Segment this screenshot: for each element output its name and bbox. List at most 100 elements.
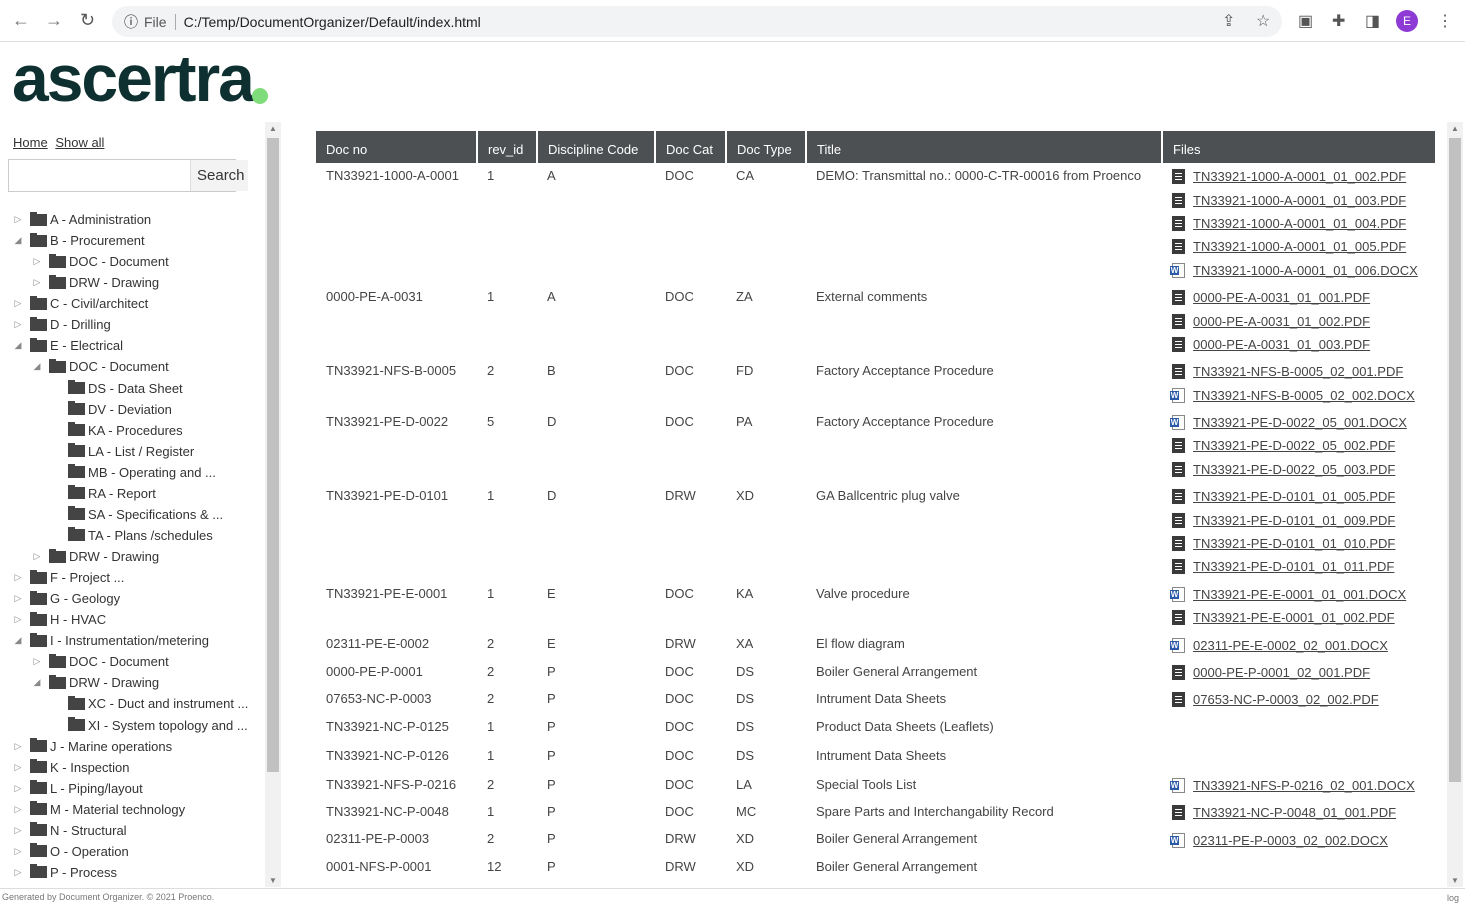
tree-item[interactable]: ▷ J - Marine operations — [0, 736, 265, 757]
tree-item[interactable]: ◢ B - Procurement — [0, 230, 265, 251]
home-link[interactable]: Home — [13, 135, 48, 150]
file-link[interactable]: TN33921-PE-D-0101_01_009.PDF — [1193, 512, 1395, 529]
column-header[interactable]: Doc Type — [726, 131, 806, 163]
file-link[interactable]: TN33921-PE-E-0001_01_001.DOCX — [1193, 586, 1406, 603]
tree-item-label[interactable]: DOC - Document — [69, 254, 169, 269]
expand-toggle-icon[interactable]: ▷ — [12, 572, 24, 583]
tree-item-label[interactable]: DS - Data Sheet — [88, 381, 183, 396]
tree-item-label[interactable]: TA - Plans /schedules — [88, 528, 213, 543]
address-bar[interactable]: ⓘ File C:/Temp/DocumentOrganizer/Default… — [112, 6, 1282, 37]
tree-item[interactable]: TA - Plans /schedules — [0, 525, 265, 546]
collapse-toggle-icon[interactable]: ◢ — [12, 235, 24, 246]
expand-toggle-icon[interactable]: ▷ — [12, 762, 24, 773]
tree-item[interactable]: XC - Duct and instrument ... — [0, 693, 265, 714]
expand-toggle-icon[interactable]: ▷ — [12, 783, 24, 794]
table-row[interactable]: 02311-PE-P-00032PDRWXDBoiler General Arr… — [316, 826, 1435, 853]
file-link[interactable]: 07653-NC-P-0003_02_002.PDF — [1193, 691, 1379, 708]
tree-item[interactable]: ▷ DOC - Document — [0, 651, 265, 672]
tree-item-label[interactable]: K - Inspection — [50, 760, 130, 775]
tree-item[interactable]: ▷ P - Process — [0, 862, 265, 883]
log-link[interactable]: log — [1447, 893, 1459, 903]
expand-toggle-icon[interactable]: ▷ — [31, 551, 43, 562]
tree-item[interactable]: ◢DRW - Drawing — [0, 672, 265, 693]
tree-item-label[interactable]: DOC - Document — [69, 359, 169, 374]
expand-toggle-icon[interactable]: ▷ — [12, 319, 24, 330]
tree-item-label[interactable]: J - Marine operations — [50, 739, 172, 754]
info-icon[interactable]: ⓘ — [124, 12, 138, 32]
tree-item-label[interactable]: F - Project ... — [50, 570, 124, 585]
tree-item-label[interactable]: C - Civil/architect — [50, 296, 148, 311]
file-link[interactable]: TN33921-NFS-B-0005_02_001.PDF — [1193, 363, 1403, 380]
expand-toggle-icon[interactable]: ▷ — [31, 256, 43, 267]
tree-item[interactable]: ▷ D - Drilling — [0, 314, 265, 335]
menu-icon[interactable]: ⋮ — [1437, 11, 1453, 31]
tree-item-label[interactable]: E - Electrical — [50, 338, 123, 353]
tree-item[interactable]: ▷H - HVAC — [0, 609, 265, 630]
share-icon[interactable]: ⇪ — [1222, 11, 1235, 31]
tree-item-label[interactable]: DRW - Drawing — [69, 675, 159, 690]
file-link[interactable]: TN33921-PE-D-0101_01_010.PDF — [1193, 535, 1395, 552]
file-link[interactable]: 0000-PE-A-0031_01_002.PDF — [1193, 313, 1370, 330]
table-row[interactable]: 07653-NC-P-00032PDOCDSIntrument Data She… — [316, 686, 1435, 713]
tree-item[interactable]: ◢ E - Electrical — [0, 335, 265, 356]
search-input[interactable] — [9, 160, 190, 191]
tree-item-label[interactable]: P - Process — [50, 865, 117, 880]
tree-item-label[interactable]: D - Drilling — [50, 317, 111, 332]
file-link[interactable]: 0000-PE-P-0001_02_001.PDF — [1193, 664, 1370, 681]
tree-item-label[interactable]: O - Operation — [50, 844, 129, 859]
tree-item-label[interactable]: MB - Operating and ... — [88, 465, 216, 480]
tree-item[interactable]: LA - List / Register — [0, 441, 265, 462]
column-header[interactable]: Files — [1162, 131, 1435, 163]
expand-toggle-icon[interactable]: ▷ — [12, 867, 24, 878]
table-row[interactable]: TN33921-NFS-P-02162PDOCLASpecial Tools L… — [316, 772, 1435, 799]
profile-avatar[interactable]: E — [1396, 10, 1418, 32]
tree-item[interactable]: DS - Data Sheet — [0, 378, 265, 399]
file-link[interactable]: 0000-PE-A-0031_01_003.PDF — [1193, 336, 1370, 353]
tree-item-label[interactable]: B - Procurement — [50, 233, 145, 248]
search-button[interactable]: Search — [190, 160, 248, 191]
expand-toggle-icon[interactable]: ▷ — [12, 593, 24, 604]
file-link[interactable]: TN33921-1000-A-0001_01_003.PDF — [1193, 192, 1406, 209]
tree-item[interactable]: ▷ K - Inspection — [0, 757, 265, 778]
main-scrollbar[interactable]: ▲ ▼ — [1447, 122, 1463, 887]
expand-toggle-icon[interactable]: ▷ — [12, 741, 24, 752]
puzzle-icon[interactable]: ✚ — [1332, 11, 1345, 31]
file-link[interactable]: TN33921-PE-D-0022_05_001.DOCX — [1193, 414, 1407, 431]
show-all-link[interactable]: Show all — [55, 135, 104, 150]
column-header[interactable]: Title — [806, 131, 1162, 163]
scroll-up-icon[interactable]: ▲ — [1447, 124, 1463, 133]
tree-item-label[interactable]: L - Piping/layout — [50, 781, 143, 796]
file-link[interactable]: TN33921-1000-A-0001_01_002.PDF — [1193, 168, 1406, 185]
file-link[interactable]: TN33921-1000-A-0001_01_004.PDF — [1193, 215, 1406, 232]
scrollbar-thumb[interactable] — [1449, 138, 1461, 782]
tree-item-label[interactable]: G - Geology — [50, 591, 120, 606]
file-link[interactable]: TN33921-PE-D-0101_01_011.PDF — [1193, 558, 1394, 575]
tree-item[interactable]: ▷ F - Project ... — [0, 567, 265, 588]
tree-item-label[interactable]: LA - List / Register — [88, 444, 194, 459]
tree-item[interactable]: ▷A - Administration — [0, 209, 265, 230]
collapse-toggle-icon[interactable]: ◢ — [12, 340, 24, 351]
file-link[interactable]: TN33921-PE-D-0101_01_005.PDF — [1193, 488, 1395, 505]
expand-toggle-icon[interactable]: ▷ — [31, 656, 43, 667]
tree-item[interactable]: SA - Specifications & ... — [0, 504, 265, 525]
tree-item-label[interactable]: DRW - Drawing — [69, 549, 159, 564]
back-icon[interactable]: ← — [12, 10, 30, 31]
table-row[interactable]: TN33921-NC-P-01261PDOCDSIntrument Data S… — [316, 743, 1435, 772]
tree-item[interactable]: ▷ DOC - Document — [0, 251, 265, 272]
tree-item-label[interactable]: DOC - Document — [69, 654, 169, 669]
tree-item[interactable]: RA - Report — [0, 483, 265, 504]
table-row[interactable]: TN33921-1000-A-00011ADOCCADEMO: Transmit… — [316, 163, 1435, 284]
tree-item[interactable]: ◢DOC - Document — [0, 356, 265, 377]
scroll-down-icon[interactable]: ▼ — [265, 876, 281, 885]
expand-toggle-icon[interactable]: ▷ — [12, 298, 24, 309]
collapse-toggle-icon[interactable]: ◢ — [12, 635, 24, 646]
expand-toggle-icon[interactable]: ▷ — [12, 825, 24, 836]
column-header[interactable]: Discipline Code — [537, 131, 655, 163]
file-link[interactable]: 02311-PE-E-0002_02_001.DOCX — [1193, 637, 1388, 654]
file-link[interactable]: TN33921-PE-D-0022_05_003.PDF — [1193, 461, 1395, 478]
file-link[interactable]: TN33921-1000-A-0001_01_006.DOCX — [1193, 262, 1418, 279]
tree-item[interactable]: ▷N - Structural — [0, 820, 265, 841]
tree-item-label[interactable]: RA - Report — [88, 486, 156, 501]
tree-item-label[interactable]: KA - Procedures — [88, 423, 183, 438]
tree-item-label[interactable]: A - Administration — [50, 212, 151, 227]
